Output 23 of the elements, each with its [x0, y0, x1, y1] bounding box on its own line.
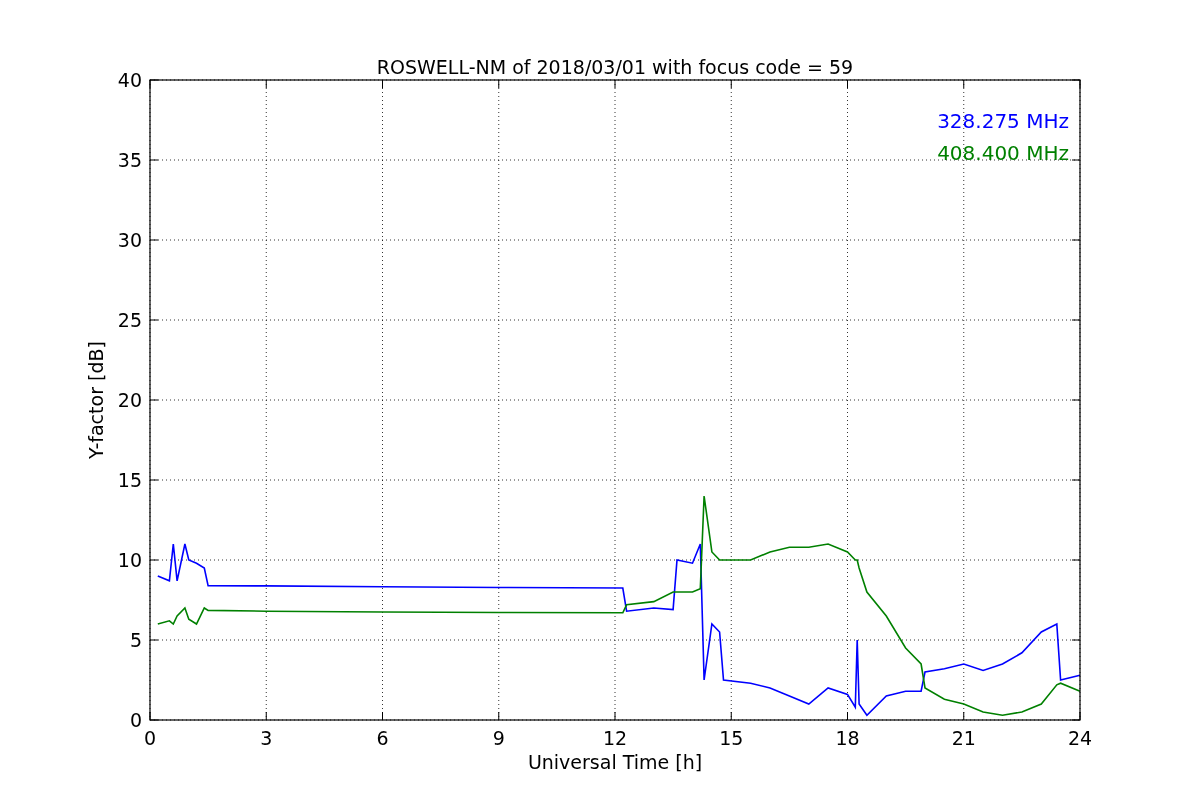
x-tick-label: 0: [143, 727, 157, 749]
y-tick-label: 5: [129, 629, 142, 651]
x-tick-label: 15: [719, 727, 744, 749]
x-tick-label: 24: [1067, 727, 1093, 749]
y-tick-label: 25: [117, 309, 142, 331]
y-tick-label: 0: [129, 709, 142, 731]
x-tick-label: 18: [835, 727, 860, 749]
y-tick-label: 20: [117, 389, 142, 411]
y-tick-label: 35: [117, 149, 142, 171]
y-axis-label: Y-factor [dB]: [85, 341, 107, 459]
legend-label: 328.275 MHz: [937, 109, 1069, 133]
y-tick-label: 10: [117, 549, 142, 571]
x-tick-label: 6: [376, 727, 389, 749]
legend-label: 408.400 MHz: [937, 141, 1069, 165]
y-tick-label: 30: [117, 229, 142, 251]
y-tick-label: 40: [117, 69, 142, 91]
x-tick-label: 12: [602, 727, 628, 749]
chart-title: ROSWELL-NM of 2018/03/01 with focus code = 59: [376, 56, 854, 78]
x-tick-label: 9: [492, 727, 505, 749]
x-tick-label: 21: [951, 727, 976, 749]
x-tick-label: 3: [260, 727, 273, 749]
x-axis-label: Universal Time [h]: [527, 751, 703, 773]
y-tick-label: 15: [117, 469, 142, 491]
